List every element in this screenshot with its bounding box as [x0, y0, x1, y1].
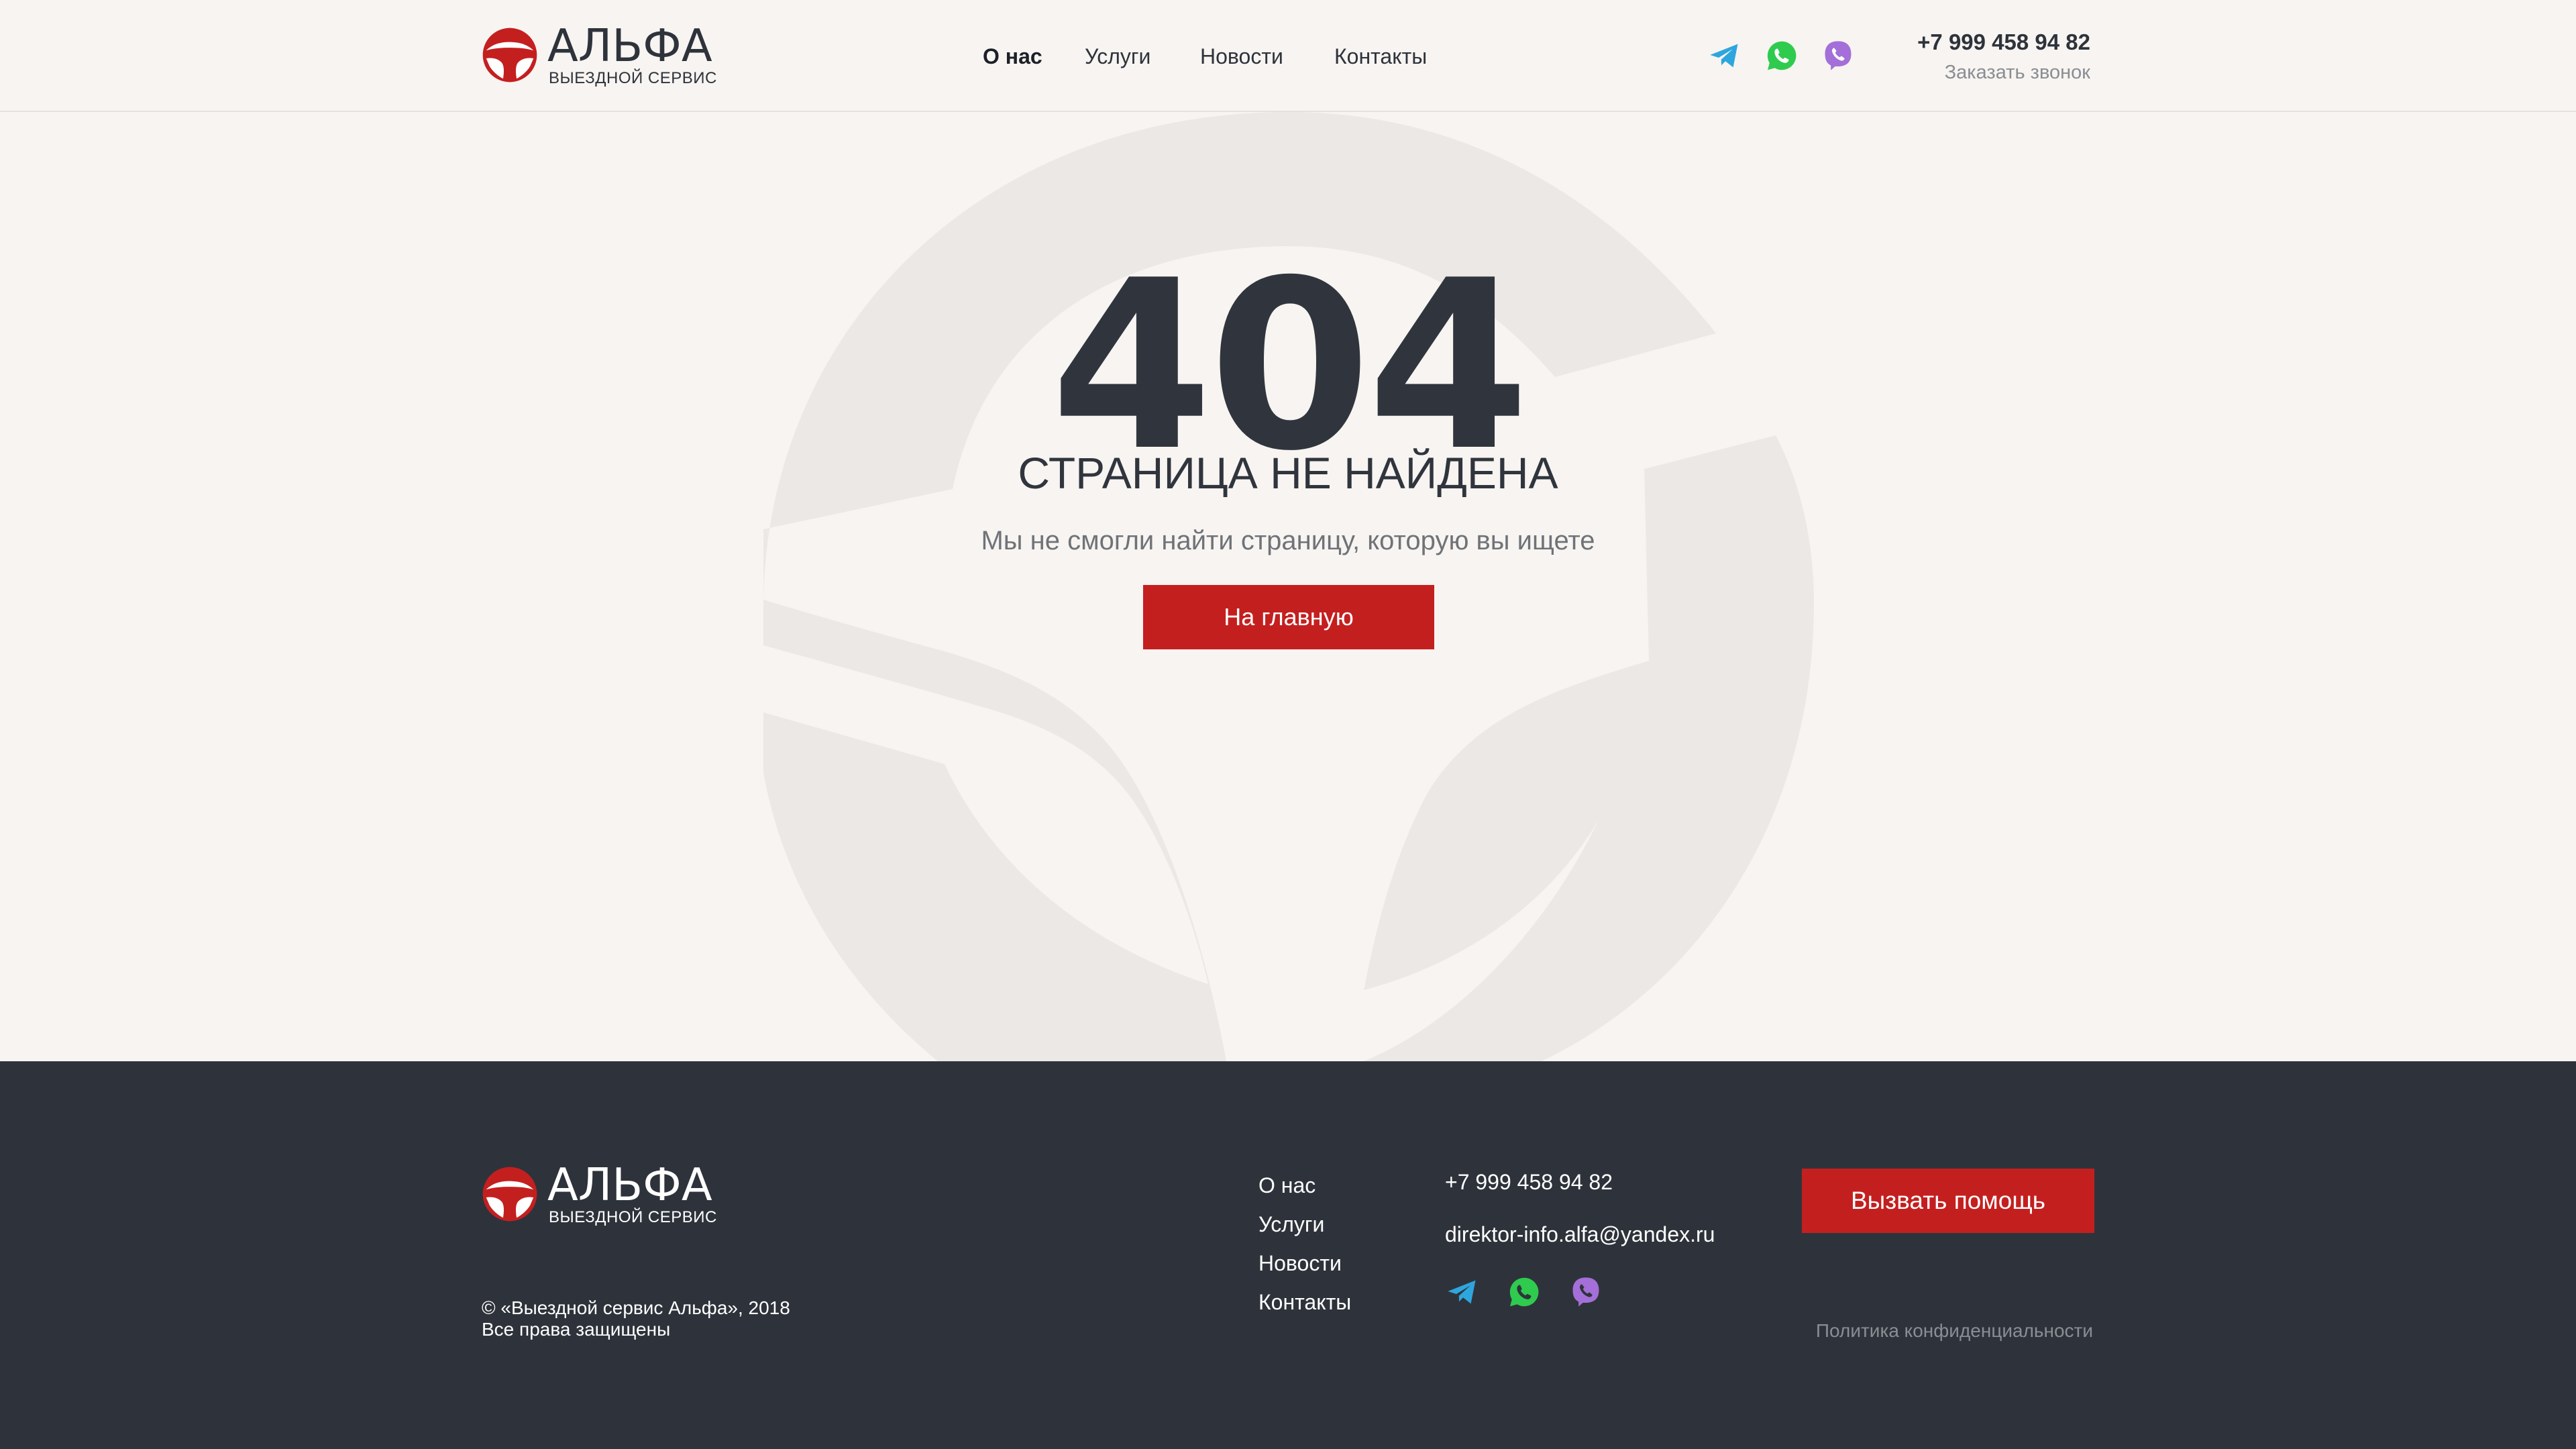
logo-title: АЛЬФА — [547, 19, 712, 72]
site-footer: АЛЬФА ВЫЕЗДНОЙ СЕРВИС © «Выездной сервис… — [0, 1061, 2576, 1449]
call-help-button[interactable]: Вызвать помощь — [1802, 1169, 2094, 1233]
nav-item-contacts[interactable]: Контакты — [1334, 42, 1427, 71]
whatsapp-icon[interactable] — [1764, 38, 1799, 73]
nav-item-news[interactable]: Новости — [1200, 42, 1283, 71]
viber-icon[interactable] — [1568, 1275, 1603, 1309]
nav-item-about[interactable]: О нас — [983, 42, 1042, 71]
error-content: 404 СТРАНИЦА НЕ НАЙДЕНА Мы не смогли най… — [0, 112, 2576, 1061]
callback-link[interactable]: Заказать звонок — [1945, 59, 2090, 86]
footer-nav-news[interactable]: Новости — [1258, 1244, 1351, 1283]
logo-title: АЛЬФА — [547, 1159, 712, 1211]
steering-wheel-logo-icon — [482, 27, 538, 83]
viber-icon[interactable] — [1821, 38, 1856, 73]
home-button[interactable]: На главную — [1143, 585, 1434, 649]
copyright: © «Выездной сервис Альфа», 2018 Все прав… — [482, 1297, 790, 1340]
telegram-icon[interactable] — [1445, 1275, 1480, 1309]
site-header: АЛЬФА ВЫЕЗДНОЙ СЕРВИС О нас Услуги Новос… — [0, 0, 2576, 112]
logo-tagline: ВЫЕЗДНОЙ СЕРВИС — [549, 1208, 717, 1226]
whatsapp-icon[interactable] — [1507, 1275, 1542, 1309]
header-phone[interactable]: +7 999 458 94 82 — [1917, 27, 2090, 58]
logo-tagline: ВЫЕЗДНОЙ СЕРВИС — [549, 69, 717, 87]
rights-line: Все права защищены — [482, 1319, 671, 1340]
footer-nav-contacts[interactable]: Контакты — [1258, 1283, 1351, 1322]
copyright-line: © «Выездной сервис Альфа», 2018 — [482, 1297, 790, 1318]
error-subtitle: Мы не смогли найти страницу, которую вы … — [981, 526, 1595, 555]
footer-nav-services[interactable]: Услуги — [1258, 1205, 1351, 1244]
steering-wheel-logo-icon — [482, 1166, 538, 1222]
footer-nav-about[interactable]: О нас — [1258, 1166, 1351, 1205]
footer-nav: О нас Услуги Новости Контакты — [1258, 1166, 1351, 1322]
nav-item-services[interactable]: Услуги — [1085, 42, 1150, 71]
footer-logo[interactable]: АЛЬФА ВЫЕЗДНОЙ СЕРВИС — [482, 1159, 723, 1228]
footer-phone[interactable]: +7 999 458 94 82 — [1445, 1169, 1613, 1195]
header-logo[interactable]: АЛЬФА ВЫЕЗДНОЙ СЕРВИС — [482, 19, 723, 89]
privacy-policy-link[interactable]: Политика конфиденциальности — [1816, 1319, 2093, 1343]
error-title: СТРАНИЦА НЕ НАЙДЕНА — [1018, 448, 1558, 498]
telegram-icon[interactable] — [1707, 38, 1742, 73]
footer-email[interactable]: direktor-info.alfa@yandex.ru — [1445, 1221, 1715, 1248]
